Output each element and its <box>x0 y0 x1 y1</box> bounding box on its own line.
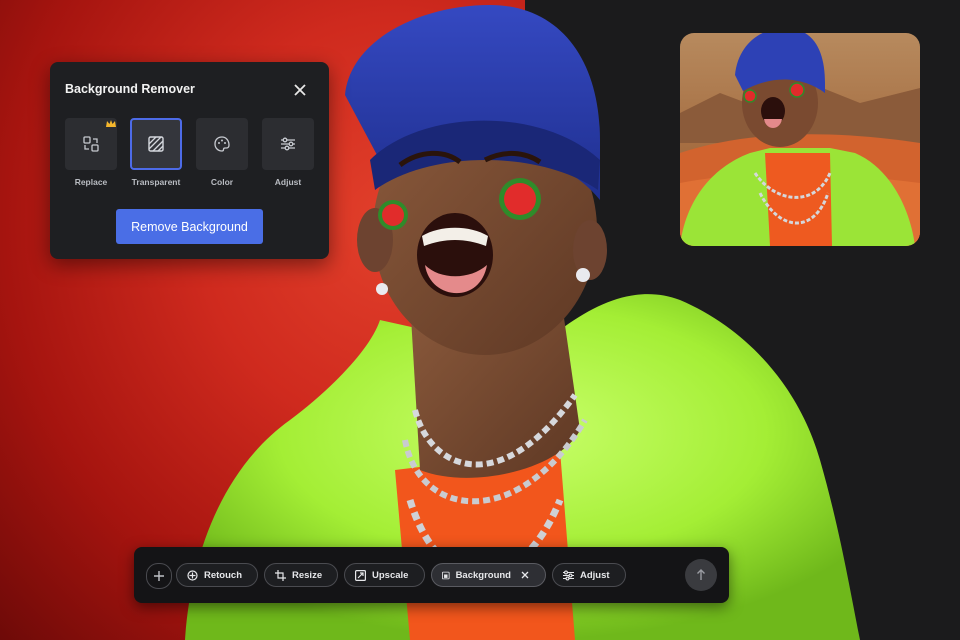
background-remover-panel: Background Remover Replace Transparent C… <box>50 62 329 259</box>
preview-image <box>680 33 920 246</box>
remove-background-button[interactable]: Remove Background <box>116 209 263 244</box>
background-chip[interactable]: Background <box>431 563 546 587</box>
resize-label: Resize <box>292 569 323 581</box>
submit-button[interactable] <box>685 559 717 591</box>
canvas: Background Remover Replace Transparent C… <box>0 0 960 640</box>
adjust-chip[interactable]: Adjust <box>552 563 626 587</box>
edit-toolbar: Retouch Resize Upscale Background Adjust <box>134 547 729 603</box>
arrow-up-icon <box>697 569 705 580</box>
upscale-chip[interactable]: Upscale <box>344 563 425 587</box>
crop-icon <box>275 569 286 581</box>
close-icon <box>521 571 529 579</box>
background-preview-card[interactable] <box>680 33 920 246</box>
tool-label-replace: Replace <box>74 177 108 187</box>
palette-icon <box>214 136 230 152</box>
close-icon <box>294 84 306 96</box>
tool-transparent-button[interactable] <box>130 118 182 170</box>
plus-icon <box>154 571 164 581</box>
sliders-icon <box>563 570 574 580</box>
replace-icon <box>83 136 99 152</box>
retouch-label: Retouch <box>204 569 242 581</box>
adjust-label: Adjust <box>580 569 610 581</box>
retouch-icon <box>187 569 198 581</box>
resize-chip[interactable]: Resize <box>264 563 338 587</box>
premium-crown-icon <box>106 120 116 127</box>
upscale-icon <box>355 569 366 581</box>
sliders-icon <box>281 137 295 151</box>
transparent-icon <box>148 136 164 152</box>
panel-title: Background Remover <box>65 82 195 96</box>
tool-adjust-button[interactable] <box>262 118 314 170</box>
upscale-label: Upscale <box>372 569 409 581</box>
background-icon <box>442 571 450 579</box>
tool-color-button[interactable] <box>196 118 248 170</box>
background-label: Background <box>455 569 511 581</box>
retouch-chip[interactable]: Retouch <box>176 563 258 587</box>
close-button[interactable] <box>290 80 310 100</box>
remove-background-chip-button[interactable] <box>521 571 535 579</box>
add-button[interactable] <box>146 563 172 589</box>
tool-label-color: Color <box>210 177 234 187</box>
tool-label-transparent: Transparent <box>131 177 181 187</box>
tool-label-adjust: Adjust <box>274 177 302 187</box>
